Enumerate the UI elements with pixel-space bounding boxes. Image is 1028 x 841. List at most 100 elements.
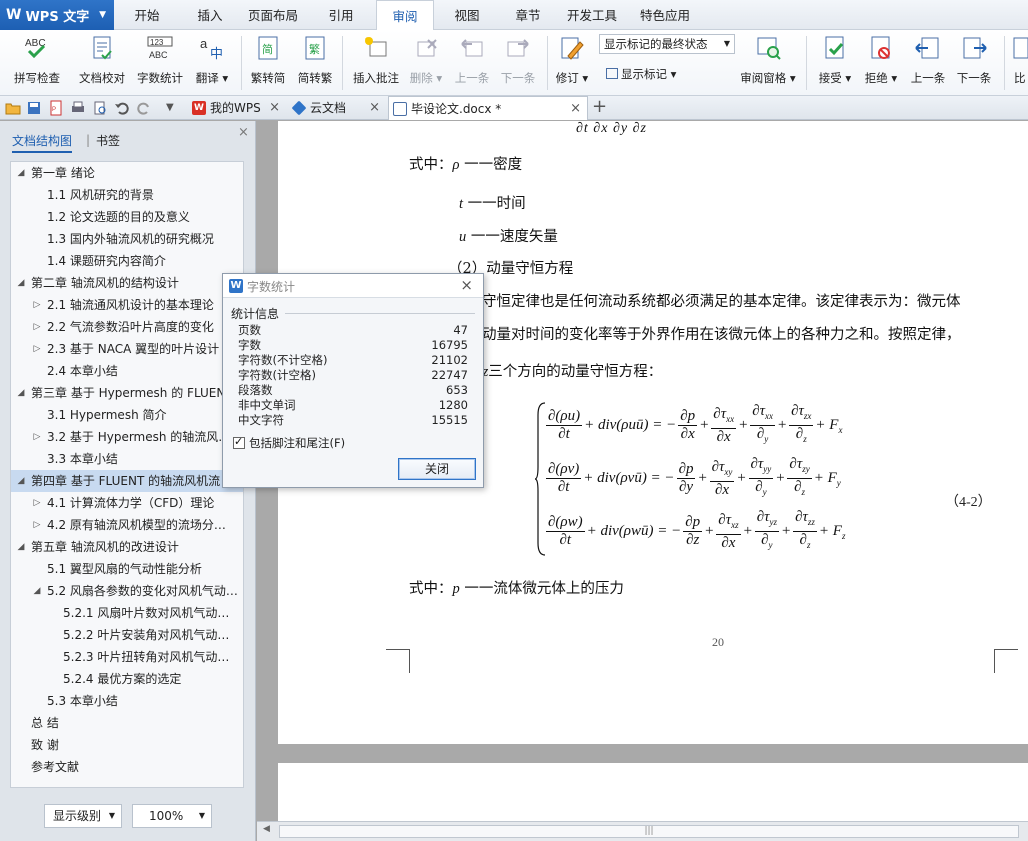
- open-folder-icon[interactable]: [5, 100, 21, 116]
- tab-bookmarks[interactable]: 书签: [96, 132, 120, 149]
- outline-item[interactable]: 5.2.2 叶片安装角对风机气动性…: [11, 624, 243, 646]
- compare-button[interactable]: 比: [1010, 32, 1028, 92]
- menu-tab-5[interactable]: 视图: [434, 0, 500, 30]
- customize-dropdown-icon[interactable]: ▼: [166, 100, 182, 116]
- outline-item[interactable]: 5.3 本章小结: [11, 690, 243, 712]
- outline-item[interactable]: ◢ 第一章 绪论: [11, 162, 243, 184]
- outline-item[interactable]: ◢ 第二章 轴流风机的结构设计: [11, 272, 243, 294]
- print-preview-icon[interactable]: [92, 100, 108, 116]
- outline-item[interactable]: 1.1 风机研究的背景: [11, 184, 243, 206]
- collapse-arrow-icon[interactable]: ◢: [15, 382, 27, 404]
- tab-cloud-docs[interactable]: 云文档 ×: [288, 96, 386, 120]
- outline-item[interactable]: 总 结: [11, 712, 243, 734]
- spell-check-button[interactable]: ABC 拼写检查: [4, 32, 70, 92]
- new-tab-icon[interactable]: +: [592, 96, 607, 118]
- outline-item[interactable]: 2.4 本章小结: [11, 360, 243, 382]
- menu-tab-7[interactable]: 开发工具: [556, 0, 628, 30]
- track-changes-button[interactable]: 修订 ▾: [552, 32, 592, 92]
- prev-comment-button[interactable]: 上一条: [450, 32, 494, 92]
- outline-item[interactable]: 1.2 论文选题的目的及意义: [11, 206, 243, 228]
- outline-item[interactable]: ▷ 2.3 基于 NACA 翼型的叶片设计: [11, 338, 243, 360]
- next-comment-button[interactable]: 下一条: [496, 32, 540, 92]
- outline-item[interactable]: ▷ 3.2 基于 Hypermesh 的轴流风…: [11, 426, 243, 448]
- outline-item[interactable]: 参考文献: [11, 756, 243, 778]
- close-icon[interactable]: ×: [369, 96, 380, 120]
- outline-zoom-select[interactable]: 100% ▼: [132, 804, 212, 828]
- prev-change-button[interactable]: 上一条: [906, 32, 950, 92]
- outline-item[interactable]: ▷ 4.2 原有轴流风机模型的流场分…: [11, 514, 243, 536]
- menu-tab-4[interactable]: 审阅: [376, 0, 434, 31]
- tab-thesis-doc[interactable]: 毕设论文.docx * ×: [388, 96, 588, 120]
- close-icon[interactable]: ×: [238, 125, 249, 140]
- trad-to-simp-button[interactable]: 简 繁转简: [245, 32, 291, 92]
- menu-tab-8[interactable]: 特色应用: [628, 0, 702, 30]
- print-icon[interactable]: [70, 100, 86, 116]
- expand-arrow-icon[interactable]: ▷: [31, 492, 43, 514]
- outline-item[interactable]: 3.1 Hypermesh 简介: [11, 404, 243, 426]
- menu-tab-1[interactable]: 插入: [180, 0, 240, 30]
- outline-item[interactable]: 5.2.3 叶片扭转角对风机气动性…: [11, 646, 243, 668]
- expand-arrow-icon[interactable]: ▷: [31, 338, 43, 360]
- review-pane-button[interactable]: 审阅窗格 ▾: [738, 32, 798, 92]
- outline-item[interactable]: ▷ 2.1 轴流通风机设计的基本理论: [11, 294, 243, 316]
- collapse-arrow-icon[interactable]: ◢: [15, 536, 27, 558]
- scrollbar-thumb[interactable]: |||: [279, 825, 1019, 838]
- expand-arrow-icon[interactable]: ▷: [31, 426, 43, 448]
- outline-item-label: 2.2 气流参数沿叶片高度的变化: [47, 320, 214, 334]
- outline-item[interactable]: 5.1 翼型风扇的气动性能分析: [11, 558, 243, 580]
- collapse-arrow-icon[interactable]: ◢: [15, 470, 27, 492]
- save-icon[interactable]: [26, 100, 42, 116]
- insert-comment-button[interactable]: 插入批注: [350, 32, 402, 92]
- close-button[interactable]: 关闭: [398, 458, 476, 480]
- menu-tab-2[interactable]: 页面布局: [240, 0, 306, 30]
- outline-item[interactable]: 5.2.1 风扇叶片数对风机气动性…: [11, 602, 243, 624]
- close-icon[interactable]: ×: [460, 276, 473, 294]
- outline-item[interactable]: ◢ 5.2 风扇各参数的变化对风机气动…: [11, 580, 243, 602]
- export-pdf-icon[interactable]: P: [48, 100, 64, 116]
- outline-item[interactable]: 1.4 课题研究内容简介: [11, 250, 243, 272]
- expand-arrow-icon[interactable]: ▷: [31, 316, 43, 338]
- expand-arrow-icon[interactable]: ▷: [31, 514, 43, 536]
- word-count-button[interactable]: 123 ABC 字数统计: [134, 32, 186, 92]
- translate-button[interactable]: a中 翻译 ▾: [190, 32, 234, 92]
- doc-proofread-button[interactable]: 文档校对: [74, 32, 130, 92]
- show-markup-button[interactable]: 显示标记 ▾: [606, 66, 676, 82]
- collapse-arrow-icon[interactable]: ◢: [15, 272, 27, 294]
- outline-item[interactable]: 5.2.4 最优方案的选定: [11, 668, 243, 690]
- horizontal-scrollbar[interactable]: ◀ |||: [257, 821, 1028, 841]
- dialog-titlebar[interactable]: W 字数统计 ×: [223, 274, 483, 298]
- menu-tab-0[interactable]: 开始: [114, 0, 180, 30]
- scroll-left-icon[interactable]: ◀: [263, 824, 270, 834]
- outline-item[interactable]: ◢ 第五章 轴流风机的改进设计: [11, 536, 243, 558]
- document-page-next[interactable]: [278, 763, 1028, 821]
- outline-item[interactable]: ▷ 2.2 气流参数沿叶片高度的变化: [11, 316, 243, 338]
- menu-tab-3[interactable]: 引用: [306, 0, 376, 30]
- collapse-arrow-icon[interactable]: ◢: [15, 162, 27, 184]
- redo-icon[interactable]: [136, 100, 152, 116]
- include-footnotes-checkbox[interactable]: 包括脚注和尾注(F): [233, 435, 345, 451]
- markup-display-select[interactable]: 显示标记的最终状态 ▼: [599, 34, 735, 54]
- tab-document-map[interactable]: 文档结构图: [12, 132, 73, 153]
- outline-item[interactable]: ◢ 第四章 基于 FLUENT 的轴流风机流: [11, 470, 243, 492]
- simp-to-trad-button[interactable]: 繁 简转繁: [292, 32, 338, 92]
- show-level-select[interactable]: 显示级别 ▼: [44, 804, 122, 828]
- outline-item[interactable]: ◢ 第三章 基于 Hypermesh 的 FLUENT: [11, 382, 243, 404]
- app-menu-button[interactable]: W WPS 文字 ▼: [0, 0, 114, 30]
- outline-item[interactable]: 致 谢: [11, 734, 243, 756]
- undo-icon[interactable]: [114, 100, 130, 116]
- delete-comment-button[interactable]: 删除 ▾: [406, 32, 446, 92]
- accept-button[interactable]: 接受 ▾: [814, 32, 856, 92]
- accept-doc-icon: [821, 34, 849, 62]
- close-icon[interactable]: ×: [570, 97, 581, 121]
- collapse-arrow-icon[interactable]: ◢: [31, 580, 43, 602]
- tab-my-wps[interactable]: W 我的WPS ×: [188, 96, 286, 120]
- close-icon[interactable]: ×: [269, 96, 280, 120]
- outline-item[interactable]: ▷ 4.1 计算流体力学（CFD）理论: [11, 492, 243, 514]
- reject-button[interactable]: 拒绝 ▾: [860, 32, 902, 92]
- expand-arrow-icon[interactable]: ▷: [31, 294, 43, 316]
- menu-tab-6[interactable]: 章节: [500, 0, 556, 30]
- outline-item[interactable]: 3.3 本章小结: [11, 448, 243, 470]
- outline-item-label: 5.2.1 风扇叶片数对风机气动性…: [63, 606, 239, 620]
- next-change-button[interactable]: 下一条: [952, 32, 996, 92]
- outline-item[interactable]: 1.3 国内外轴流风机的研究概况: [11, 228, 243, 250]
